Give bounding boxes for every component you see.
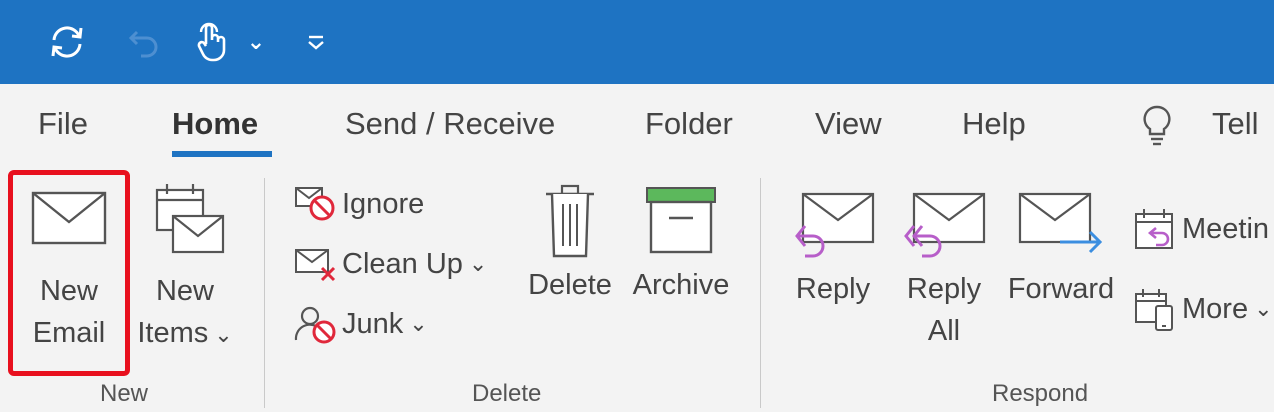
forward-button[interactable]: Forward <box>1002 190 1120 310</box>
junk-icon <box>294 306 336 344</box>
reply-all-icon <box>904 192 986 258</box>
more-respond-button[interactable]: More ⌄ <box>1132 286 1273 332</box>
new-items-label-text: Items <box>137 317 209 349</box>
tab-home[interactable]: Home <box>172 106 258 142</box>
tab-help[interactable]: Help <box>962 106 1026 142</box>
chevron-down-icon: ⌄ <box>1254 296 1273 321</box>
reply-all-button[interactable]: Reply All <box>898 190 990 352</box>
archive-icon <box>646 187 716 254</box>
chevron-down-icon: ⌄ <box>409 311 428 336</box>
group-separator <box>760 178 761 408</box>
tab-folder[interactable]: Folder <box>645 106 733 142</box>
reply-button[interactable]: Reply <box>788 190 878 310</box>
customize-qat-icon[interactable] <box>300 24 332 60</box>
forward-label: Forward <box>1007 273 1115 305</box>
lightbulb-icon[interactable] <box>1140 104 1174 153</box>
reply-label: Reply <box>795 273 871 305</box>
trash-icon <box>546 184 594 258</box>
undo-icon[interactable] <box>122 22 168 62</box>
sync-icon[interactable] <box>42 22 92 62</box>
ignore-button[interactable]: Ignore <box>292 184 424 224</box>
tell-me-search[interactable]: Tell <box>1212 106 1259 142</box>
meeting-button[interactable]: Meetin <box>1132 206 1269 252</box>
reply-icon <box>795 192 875 258</box>
delete-label: Delete <box>528 269 612 301</box>
group-label-new: New <box>100 380 149 407</box>
chevron-down-icon: ⌄ <box>246 29 266 54</box>
new-items-label-line2: Items ⌄ <box>137 312 232 356</box>
touch-mode-icon[interactable] <box>190 20 234 64</box>
active-tab-indicator <box>172 151 272 157</box>
tab-send-receive[interactable]: Send / Receive <box>345 106 555 142</box>
group-separator <box>264 178 265 408</box>
reply-all-label-line1: Reply <box>906 273 982 305</box>
forward-icon <box>1018 192 1103 254</box>
new-email-highlight <box>8 170 130 376</box>
tab-view[interactable]: View <box>815 106 882 142</box>
chevron-down-icon: ⌄ <box>468 251 488 276</box>
meeting-icon <box>1135 209 1173 249</box>
ignore-label: Ignore <box>342 187 425 220</box>
new-items-button[interactable]: New Items ⌄ <box>132 180 238 356</box>
ignore-icon <box>295 187 335 221</box>
delete-button[interactable]: Delete <box>522 182 618 306</box>
reply-all-label-line2: All <box>927 315 961 347</box>
clean-up-button[interactable]: Clean Up ⌄ <box>292 244 487 284</box>
group-label-delete: Delete <box>472 380 542 407</box>
group-label-respond: Respond <box>992 380 1089 407</box>
junk-label: Junk <box>342 307 404 340</box>
archive-button[interactable]: Archive <box>626 182 736 306</box>
archive-label: Archive <box>632 269 730 301</box>
more-respond-icon <box>1135 289 1173 331</box>
tab-file[interactable]: File <box>38 106 88 142</box>
meeting-label: Meetin <box>1182 212 1270 245</box>
new-items-icon <box>155 184 225 254</box>
new-items-label-line1: New <box>155 275 214 307</box>
chevron-down-icon: ⌄ <box>214 322 233 347</box>
title-bar: ⌄ <box>0 0 1274 84</box>
junk-button[interactable]: Junk ⌄ <box>292 304 428 344</box>
clean-up-icon <box>295 249 336 282</box>
touch-mode-dropdown[interactable]: ⌄ <box>242 24 270 60</box>
more-label: More <box>1182 292 1249 325</box>
clean-up-label: Clean Up <box>342 247 463 280</box>
